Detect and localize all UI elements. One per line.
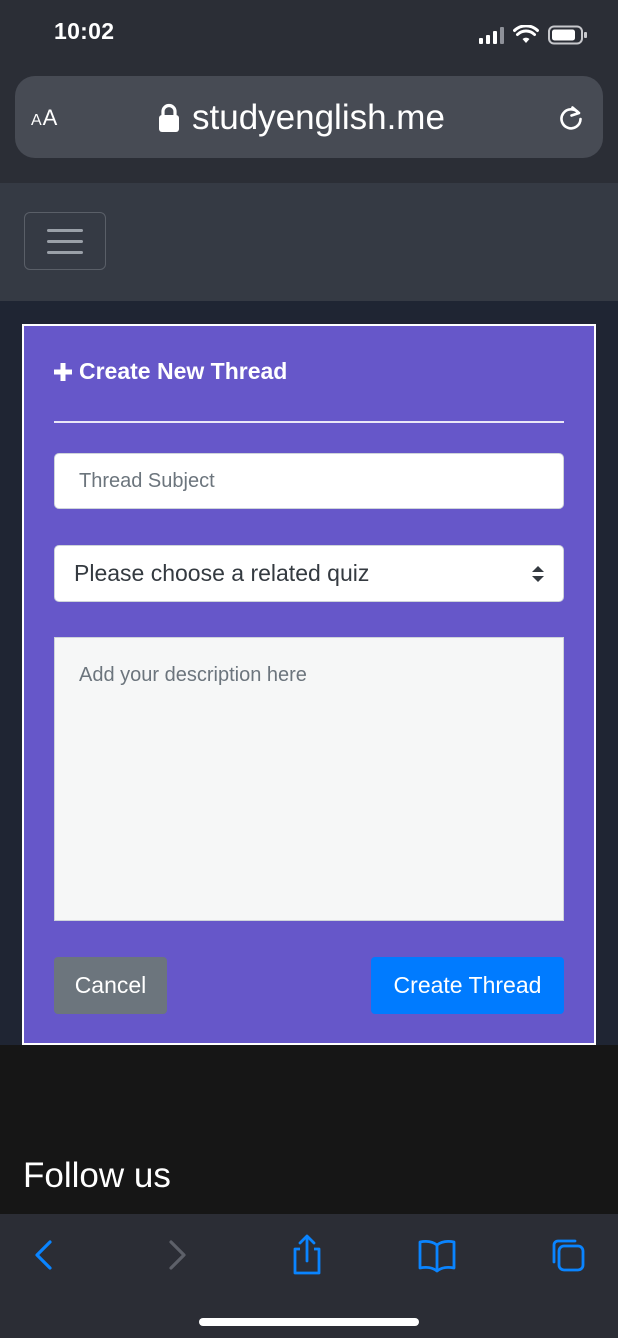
- url-display[interactable]: studyenglish.me: [158, 96, 445, 140]
- cancel-button[interactable]: Cancel: [54, 957, 167, 1014]
- create-thread-button[interactable]: Create Thread: [371, 957, 564, 1014]
- bookmarks-icon[interactable]: [415, 1233, 459, 1277]
- plus-icon: [54, 362, 72, 381]
- title-divider: [54, 421, 564, 423]
- navbar-toggle-button[interactable]: [24, 212, 106, 270]
- battery-icon: [548, 25, 587, 45]
- related-quiz-select-value: Please choose a related quiz: [74, 560, 370, 586]
- share-icon[interactable]: [285, 1233, 329, 1277]
- reload-icon[interactable]: [557, 104, 585, 132]
- description-textarea[interactable]: [54, 637, 564, 921]
- status-icons: [479, 20, 588, 50]
- back-icon[interactable]: [22, 1233, 66, 1277]
- cellular-signal-icon: [479, 26, 504, 44]
- home-indicator[interactable]: [199, 1318, 419, 1326]
- url-text: studyenglish.me: [192, 98, 445, 137]
- card-title: Create New Thread: [53, 358, 287, 385]
- hamburger-line: [47, 250, 83, 254]
- text-size-button[interactable]: AA: [31, 105, 58, 131]
- status-time: 10:02: [54, 18, 115, 44]
- follow-us-heading: Follow us: [23, 1156, 171, 1195]
- lock-icon: [159, 103, 179, 132]
- forward-icon[interactable]: [155, 1233, 199, 1277]
- thread-subject-input[interactable]: [54, 453, 564, 509]
- card-title-text: Create New Thread: [79, 358, 288, 384]
- wifi-icon: [513, 25, 539, 43]
- hamburger-line: [47, 239, 83, 243]
- hamburger-line: [47, 228, 83, 232]
- tabs-icon[interactable]: [546, 1233, 590, 1277]
- select-arrows-icon: [532, 566, 544, 582]
